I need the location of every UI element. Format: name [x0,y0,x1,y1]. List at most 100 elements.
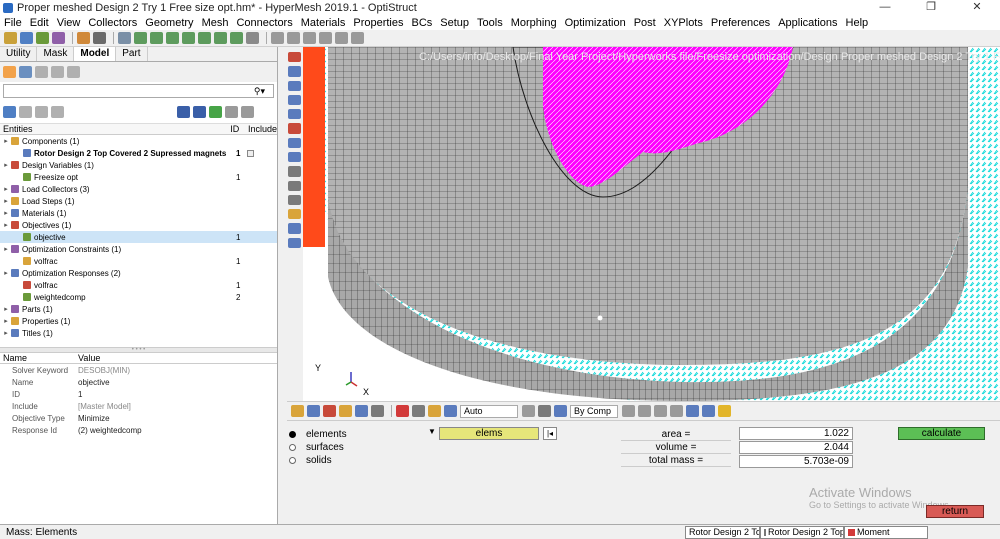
property-value[interactable]: objective [78,378,110,387]
connector-icon[interactable] [230,32,243,44]
tree-folder[interactable]: ▸ Optimization Responses (2) [0,267,277,279]
radio-solids[interactable]: solids [289,455,332,466]
menu-view[interactable]: View [57,17,81,29]
menu-setup[interactable]: Setup [440,17,469,29]
menu-preferences[interactable]: Preferences [711,17,770,29]
reset-selection-icon[interactable]: |◂ [543,427,557,440]
user-icon[interactable] [77,32,90,44]
review-icon[interactable] [371,405,384,417]
display-icon[interactable] [93,32,106,44]
tree-folder[interactable]: ▸ Load Collectors (3) [0,183,277,195]
delete-icon[interactable] [396,405,409,417]
tree-item[interactable]: volfrac 1 [0,255,277,267]
section-icon[interactable] [287,223,301,234]
expand-icon[interactable]: ▸ [3,317,9,325]
element-icon[interactable] [214,32,227,44]
hide-all-icon[interactable] [241,105,254,118]
expand-icon[interactable]: ▸ [3,221,9,229]
elems-selector-button[interactable]: elems [439,427,539,440]
view-icon[interactable] [271,32,284,44]
comp-display-icon[interactable] [291,405,304,417]
element-shade-icon[interactable] [287,94,301,106]
wireframe-icon[interactable] [287,66,301,77]
tree-item[interactable]: Freesize opt 1 [0,171,277,183]
browser-collapse-icon[interactable] [51,66,64,78]
menu-collectors[interactable]: Collectors [88,17,137,29]
include-checkbox[interactable] [247,149,254,157]
lighting-icon[interactable] [522,405,535,417]
menu-properties[interactable]: Properties [353,17,403,29]
property-value[interactable]: (2) weightedcomp [78,426,142,435]
expand-icon[interactable]: ▸ [3,161,9,169]
elem-color-icon[interactable] [622,405,635,417]
clip-icon[interactable] [287,237,301,248]
style-icon[interactable] [444,405,457,417]
node-icon[interactable] [134,32,147,44]
menu-morphing[interactable]: Morphing [511,17,557,29]
entity-icon[interactable] [554,405,567,417]
minimize-button[interactable]: — [862,0,908,15]
tab-utility[interactable]: Utility [0,47,38,61]
menu-applications[interactable]: Applications [778,17,837,29]
unmask-icon[interactable] [355,405,368,417]
mesh-icon[interactable] [198,32,211,44]
expand-icon[interactable]: ▸ [3,185,9,193]
expand-icon[interactable]: ▸ [3,305,9,313]
vector-icon[interactable] [287,194,301,206]
tab-model[interactable]: Model [74,47,117,61]
color-by-icon[interactable] [287,137,301,148]
maximize-button[interactable]: ❐ [908,0,954,15]
redo-icon[interactable] [351,32,364,44]
menu-materials[interactable]: Materials [301,17,346,29]
tree-folder[interactable]: ▸ Properties (1) [0,315,277,327]
numbers-icon[interactable] [287,151,301,163]
tree-item[interactable]: weightedcomp 2 [0,291,277,303]
color-icon[interactable] [428,405,441,417]
export-icon[interactable] [52,32,65,44]
expand-icon[interactable]: ▸ [3,197,9,205]
status-loadcol-box[interactable]: Moment [844,525,928,539]
menu-help[interactable]: Help [846,17,869,29]
zoom-icon[interactable] [118,32,131,44]
radio-elements-dot[interactable] [289,431,296,438]
save-icon[interactable] [20,32,33,44]
tools-icon[interactable] [246,32,259,44]
display-mode-icon[interactable] [177,105,190,118]
expand-icon[interactable]: ▸ [3,137,9,145]
expand-icon[interactable]: ▸ [3,209,9,217]
node-display-icon[interactable] [287,166,301,177]
tree-folder[interactable]: ▸ Titles (1) [0,327,277,339]
selector-dropdown-icon[interactable]: ▼ [425,427,439,440]
menu-edit[interactable]: Edit [30,17,49,29]
menu-bcs[interactable]: BCs [412,17,433,29]
rotate-icon[interactable] [287,32,300,44]
menu-mesh[interactable]: Mesh [202,17,229,29]
radio-surfaces[interactable]: surfaces [289,442,344,453]
menu-file[interactable]: File [4,17,22,29]
solid-icon[interactable] [182,32,195,44]
surface-icon[interactable] [166,32,179,44]
property-value[interactable]: Minimize [78,414,110,423]
shade-comp-icon[interactable] [412,405,425,417]
return-button[interactable]: return [926,505,984,518]
find-icon[interactable] [323,405,336,417]
mask-icon[interactable] [307,405,320,417]
expand-icon[interactable]: ▸ [3,245,9,253]
open-file-icon[interactable] [4,32,17,44]
property-value[interactable]: DESOBJ(MIN) [78,366,130,375]
shade-icon[interactable] [287,52,301,63]
screen-icon[interactable] [702,405,715,417]
undo-icon[interactable] [335,32,348,44]
tree-folder[interactable]: ▸ Components (1) [0,135,277,147]
shaded-edges-icon[interactable] [287,80,301,91]
expand-icon[interactable]: ▸ [3,329,9,337]
tree-folder[interactable]: ▸ Materials (1) [0,207,277,219]
show-icon[interactable] [19,105,32,118]
bycomp-dropdown[interactable]: By Comp [570,404,618,418]
radio-surfaces-dot[interactable] [289,444,296,451]
star-icon[interactable] [718,405,731,417]
tree-folder[interactable]: ▸ Parts (1) [0,303,277,315]
tab-mask[interactable]: Mask [37,47,75,61]
abc-icon[interactable] [287,209,301,220]
menu-optimization[interactable]: Optimization [565,17,626,29]
